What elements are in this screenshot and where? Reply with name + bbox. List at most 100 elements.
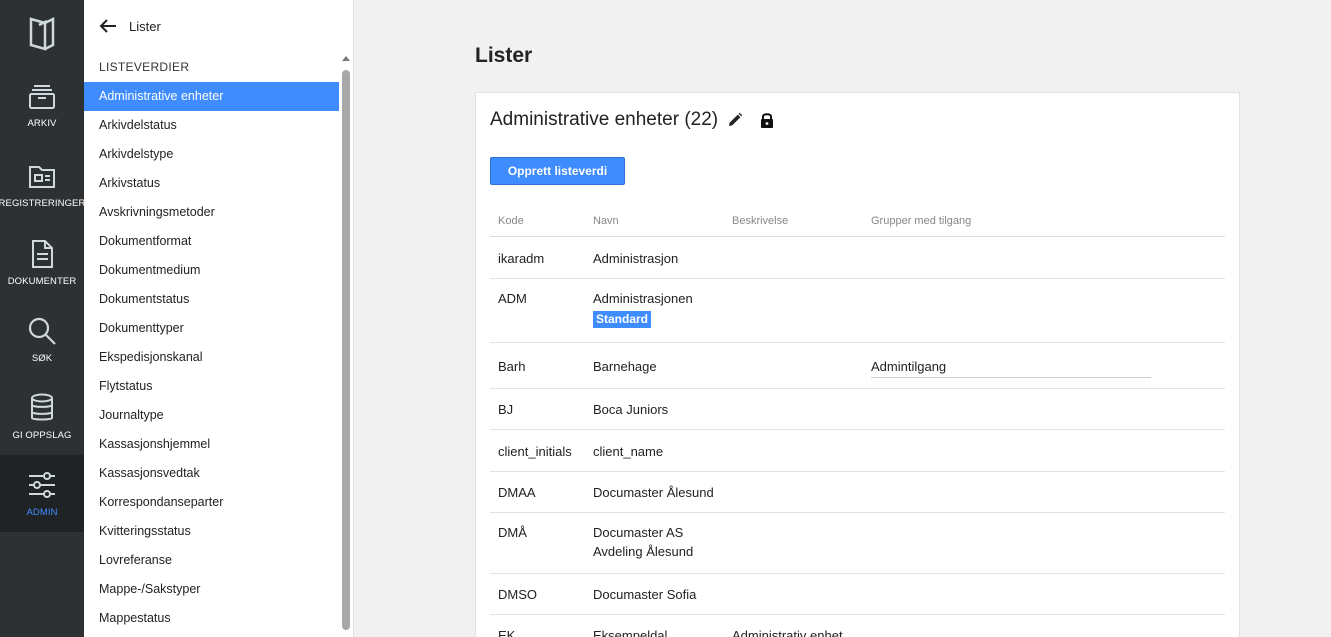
list-item[interactable]: Lovreferanse — [84, 546, 339, 575]
list-item[interactable]: Mappe-/Sakstyper — [84, 575, 339, 604]
panel-title: Lister — [129, 18, 161, 34]
app-logo[interactable] — [0, 0, 84, 66]
list-item[interactable]: Avskrivningsmetoder — [84, 198, 339, 227]
rail-label: DOKUMENTER — [7, 276, 77, 287]
table-row[interactable]: DMSO Documaster Sofia — [490, 574, 1225, 615]
table-body: ikaradm Administrasjon ADM Administrasjonen… — [490, 237, 1225, 637]
page-title: Lister — [475, 44, 533, 67]
table-row[interactable]: DMÅ Documaster AS Avdeling Ålesund — [490, 513, 1225, 574]
list-item[interactable]: Korrespondanseparter — [84, 488, 339, 517]
table-row[interactable]: client_initials client_name — [490, 430, 1225, 472]
list-item[interactable]: Dokumenttyper — [84, 314, 339, 343]
cell-navn: Boca Juniors — [593, 400, 668, 419]
list-item[interactable]: Dokumentstatus — [84, 285, 339, 314]
rail-label: GI OPPSLAG — [12, 430, 72, 441]
navn-text: Administrasjon — [593, 251, 679, 266]
column-header-grupper[interactable]: Grupper med tilgang — [871, 215, 971, 227]
navn-text: Eksempeldal — [593, 628, 668, 637]
list-item[interactable]: Kassasjonsvedtak — [84, 459, 339, 488]
list-item[interactable]: Kvitteringsstatus — [84, 517, 339, 546]
navn-text: Documaster Sofia — [593, 587, 697, 602]
navn-text: Barnehage — [593, 359, 657, 374]
kode-text: Barh — [498, 359, 526, 374]
list-item[interactable]: Mappestatus — [84, 604, 339, 633]
list-item[interactable]: Arkivdelstatus — [84, 111, 339, 140]
list-item[interactable]: Journaltype — [84, 401, 339, 430]
list-item[interactable]: Arkivdelstype — [84, 140, 339, 169]
beskrivelse-text: Administrativ enhet — [732, 628, 843, 637]
database-icon — [31, 393, 53, 421]
kode-text: DMAA — [498, 485, 536, 500]
column-header-beskrivelse[interactable]: Beskrivelse — [732, 215, 788, 227]
kode-text: client_initials — [498, 444, 572, 459]
card-header: Administrative enheter (22) — [490, 109, 775, 131]
cell-navn: Administrasjonen Standard — [593, 289, 693, 328]
default-badge: Standard — [593, 311, 652, 328]
list-item[interactable]: Dokumentformat — [84, 227, 339, 256]
rail-label: REGISTRERINGER — [0, 198, 86, 209]
cell-kode: BJ — [498, 400, 513, 419]
cell-kode: DMÅ — [498, 523, 527, 542]
rail-item-arkiv[interactable]: ARKIV — [0, 66, 84, 143]
list-item[interactable]: Dokumentmedium — [84, 256, 339, 285]
rail-label: ADMIN — [26, 507, 58, 518]
table-row[interactable]: Barh Barnehage Admintilgang — [490, 343, 1225, 389]
table-header: Kode Navn Beskrivelse Grupper med tilgan… — [490, 205, 1225, 237]
kode-text: DMÅ — [498, 525, 527, 540]
list-item[interactable]: Administrative enheter — [84, 82, 339, 111]
kode-text: DMSO — [498, 587, 537, 602]
lists-panel: Lister LISTEVERDIER Administrative enhet… — [84, 0, 354, 637]
column-header-kode[interactable]: Kode — [498, 215, 524, 227]
cell-kode: Barh — [498, 357, 525, 376]
navn-text: Documaster Ålesund — [593, 485, 714, 500]
cell-navn: Documaster AS Avdeling Ålesund — [593, 523, 693, 561]
cell-kode: client_initials — [498, 442, 572, 461]
cell-navn: client_name — [593, 442, 663, 461]
cell-kode: EK — [498, 626, 515, 637]
table-row[interactable]: EK Eksempeldal Administrativ enhet — [490, 615, 1225, 637]
sliders-icon — [29, 472, 55, 498]
cell-kode: ADM — [498, 289, 527, 308]
rail-item-gi-oppslag[interactable]: GI OPPSLAG — [0, 378, 84, 455]
navn-text: Boca Juniors — [593, 402, 669, 417]
list-item[interactable]: Ekspedisjonskanal — [84, 343, 339, 372]
rail-item-dokumenter[interactable]: DOKUMENTER — [0, 224, 84, 301]
rail-item-sok[interactable]: SØK — [0, 301, 84, 378]
rail-label: SØK — [31, 353, 53, 364]
cell-kode: DMSO — [498, 585, 537, 604]
table-row[interactable]: BJ Boca Juniors — [490, 389, 1225, 430]
document-icon — [32, 240, 53, 268]
panel-header: Lister — [84, 0, 354, 52]
group-chip[interactable]: Admintilgang — [871, 357, 1151, 378]
cell-beskrivelse: Administrativ enhet — [732, 626, 843, 637]
logo-icon — [29, 16, 55, 51]
navn-text: Documaster AS — [593, 525, 684, 540]
table-row[interactable]: DMAA Documaster Ålesund — [490, 472, 1225, 513]
scroll-up-arrow-icon[interactable] — [342, 56, 350, 61]
values-table: Kode Navn Beskrivelse Grupper med tilgan… — [490, 205, 1225, 637]
list-item[interactable]: Arkivstatus — [84, 169, 339, 198]
cell-navn: Barnehage — [593, 357, 657, 376]
navn-text: client_name — [593, 444, 664, 459]
kode-text: BJ — [498, 402, 514, 417]
create-list-value-button[interactable]: Opprett listeverdi — [490, 157, 625, 185]
app-rail: ARKIV REGISTRERINGER DOKUMENTER SØK GI O… — [0, 0, 86, 637]
back-arrow-icon[interactable] — [98, 16, 118, 36]
panel-scrollbar[interactable] — [340, 56, 352, 637]
cell-navn: Administrasjon — [593, 249, 678, 268]
column-header-navn[interactable]: Navn — [593, 215, 619, 227]
list-item[interactable]: Kassasjonshjemmel — [84, 430, 339, 459]
table-row[interactable]: ADM Administrasjonen Standard — [490, 279, 1225, 343]
list-item[interactable]: Flytstatus — [84, 372, 339, 401]
cell-navn: Documaster Ålesund — [593, 483, 714, 502]
table-row[interactable]: ikaradm Administrasjon — [490, 237, 1225, 279]
list-values: Administrative enheter Arkivdelstatus Arki… — [84, 82, 339, 633]
pencil-icon[interactable] — [727, 112, 743, 128]
cell-grupper: Admintilgang — [871, 357, 1151, 378]
cell-navn: Documaster Sofia — [593, 585, 696, 604]
rail-item-registreringer[interactable]: REGISTRERINGER — [0, 146, 86, 223]
rail-item-admin[interactable]: ADMIN — [0, 455, 84, 532]
scroll-thumb[interactable] — [342, 70, 350, 630]
lock-icon — [761, 113, 774, 128]
card-title: Administrative enheter (22) — [490, 109, 719, 130]
